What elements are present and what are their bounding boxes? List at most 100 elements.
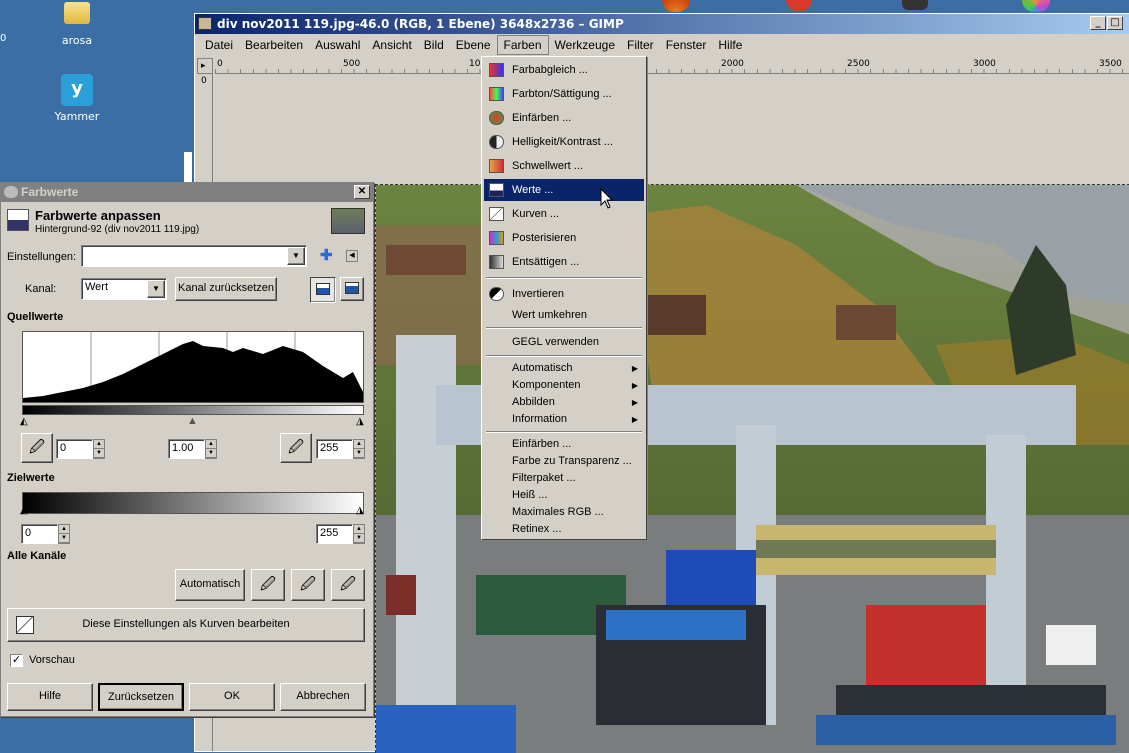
- add-preset-icon[interactable]: ✚: [320, 248, 333, 263]
- reset-button[interactable]: Zurücksetzen: [98, 683, 184, 711]
- white-point-picker-button[interactable]: 🖉: [280, 433, 312, 463]
- output-low-slider-icon[interactable]: ◭: [20, 506, 28, 516]
- auto-gray-picker-button[interactable]: 🖉: [291, 569, 325, 601]
- menu-item-heiss[interactable]: Heiß ...: [484, 487, 644, 504]
- horizontal-ruler[interactable]: 0 500 1000 1500 2000 2500 3000 3500: [215, 58, 1129, 74]
- auto-white-picker-button[interactable]: 🖉: [331, 569, 365, 601]
- output-high-slider-icon[interactable]: ◮: [356, 506, 364, 516]
- desktop-divider: [184, 152, 192, 182]
- menu-item-gegl[interactable]: GEGL verwenden: [484, 331, 644, 353]
- menu-datei[interactable]: Datei: [199, 36, 239, 54]
- input-low-field[interactable]: 0: [56, 439, 93, 459]
- menu-item-farbe-zu-transparenz[interactable]: Farbe zu Transparenz ...: [484, 453, 644, 470]
- presets-dropdown-button[interactable]: ▼: [287, 247, 305, 265]
- menu-item-label: Maximales RGB ...: [512, 506, 604, 518]
- menu-item-einfaerben[interactable]: Einfärben ...: [484, 107, 644, 129]
- ruler-label: 0: [217, 59, 223, 69]
- eyedropper-icon: 🖉: [288, 439, 304, 456]
- menu-item-label: Invertieren: [512, 288, 564, 300]
- linear-histogram-icon: [316, 283, 330, 295]
- output-high-field[interactable]: 255: [316, 524, 353, 544]
- desktop-icon-arosa[interactable]: arosa: [42, 2, 112, 47]
- menu-farben[interactable]: Farben: [496, 35, 549, 55]
- output-high-spinner[interactable]: ▲ ▼: [353, 524, 365, 544]
- output-gradient-bar[interactable]: [22, 492, 364, 514]
- auto-button[interactable]: Automatisch: [175, 569, 245, 601]
- ruler-label: 2000: [721, 59, 744, 69]
- input-high-spinner[interactable]: ▲ ▼: [353, 439, 365, 459]
- menu-filter[interactable]: Filter: [621, 36, 660, 54]
- menu-item-posterisieren[interactable]: Posterisieren: [484, 227, 644, 249]
- menu-hilfe[interactable]: Hilfe: [712, 36, 748, 54]
- menu-item-farbabgleich[interactable]: Farbabgleich ...: [484, 59, 644, 81]
- menubar: Datei Bearbeiten Auswahl Ansicht Bild Eb…: [195, 34, 1129, 56]
- all-channels-heading: Alle Kanäle: [7, 550, 67, 562]
- linear-histogram-button[interactable]: [310, 277, 336, 303]
- menu-item-information[interactable]: Information ▶: [484, 411, 644, 428]
- maximize-button[interactable]: □: [1107, 16, 1123, 30]
- white-point-slider-icon[interactable]: ◮: [356, 417, 364, 427]
- menu-item-maximales-rgb[interactable]: Maximales RGB ...: [484, 504, 644, 521]
- preview-label[interactable]: Vorschau: [29, 654, 75, 666]
- menu-bearbeiten[interactable]: Bearbeiten: [239, 36, 309, 54]
- output-low-spinner[interactable]: ▲ ▼: [58, 524, 70, 544]
- preview-checkbox[interactable]: ✓: [10, 654, 23, 667]
- reset-channel-button[interactable]: Kanal zurücksetzen: [175, 277, 277, 301]
- black-point-slider-icon[interactable]: ◭: [20, 417, 28, 427]
- input-gradient-bar[interactable]: [22, 405, 364, 415]
- menu-item-kurven[interactable]: Kurven ...: [484, 203, 644, 225]
- menu-item-helligkeit-kontrast[interactable]: Helligkeit/Kontrast ...: [484, 131, 644, 153]
- menu-item-plugin-einfaerben[interactable]: Einfärben ...: [484, 436, 644, 453]
- menu-ansicht[interactable]: Ansicht: [366, 36, 417, 54]
- menu-ebene[interactable]: Ebene: [450, 36, 497, 54]
- menu-item-invertieren[interactable]: Invertieren: [484, 283, 644, 305]
- presets-combo[interactable]: [81, 245, 307, 267]
- menu-item-komponenten[interactable]: Komponenten ▶: [484, 377, 644, 394]
- desktop-edge-label: 0: [0, 33, 7, 44]
- help-button[interactable]: Hilfe: [7, 683, 93, 711]
- menu-item-automatisch[interactable]: Automatisch ▶: [484, 360, 644, 377]
- app-icon[interactable]: [902, 0, 928, 10]
- picasa-icon[interactable]: [1022, 0, 1050, 12]
- submenu-arrow-icon: ▶: [631, 381, 638, 390]
- chrome-icon[interactable]: [786, 0, 812, 11]
- channel-dropdown-button[interactable]: ▼: [147, 280, 165, 298]
- menu-item-farbton-saettigung[interactable]: Farbton/Sättigung ...: [484, 83, 644, 105]
- menu-item-filterpaket[interactable]: Filterpaket ...: [484, 470, 644, 487]
- dialog-subheading: Hintergrund-92 (div nov2011 119.jpg): [35, 224, 200, 235]
- menu-item-label: Farbton/Sättigung ...: [512, 88, 612, 100]
- desktop-icon-yammer[interactable]: y Yammer: [42, 74, 112, 123]
- menu-item-entsaettigen[interactable]: Entsättigen ...: [484, 251, 644, 273]
- output-low-field[interactable]: 0: [21, 524, 58, 544]
- ruler-corner[interactable]: ▸: [197, 58, 213, 74]
- menu-bild[interactable]: Bild: [418, 36, 450, 54]
- menu-auswahl[interactable]: Auswahl: [309, 36, 366, 54]
- black-point-picker-button[interactable]: 🖉: [21, 433, 53, 463]
- input-gamma-field[interactable]: 1.00: [168, 439, 205, 459]
- input-gamma-spinner[interactable]: ▲ ▼: [205, 439, 217, 459]
- menu-item-label: Einfärben ...: [512, 438, 572, 450]
- preset-menu-icon[interactable]: ◀: [346, 250, 358, 262]
- dialog-close-button[interactable]: ✕: [354, 185, 370, 199]
- menu-item-abbilden[interactable]: Abbilden ▶: [484, 394, 644, 411]
- firefox-icon[interactable]: [662, 0, 690, 12]
- window-title: div nov2011 119.jpg-46.0 (RGB, 1 Ebene) …: [217, 17, 624, 31]
- input-high-field[interactable]: 255: [316, 439, 353, 459]
- menu-fenster[interactable]: Fenster: [660, 36, 713, 54]
- input-low-spinner[interactable]: ▲ ▼: [93, 439, 105, 459]
- menu-item-werte[interactable]: Werte ...: [484, 179, 644, 201]
- submenu-arrow-icon: ▶: [631, 364, 638, 373]
- menu-item-retinex[interactable]: Retinex ...: [484, 521, 644, 538]
- ok-button[interactable]: OK: [189, 683, 275, 711]
- log-histogram-button[interactable]: [340, 277, 364, 301]
- edit-as-curves-button[interactable]: Diese Einstellungen als Kurven bearbeite…: [7, 608, 365, 642]
- auto-black-picker-button[interactable]: 🖉: [251, 569, 285, 601]
- cancel-button[interactable]: Abbrechen: [280, 683, 366, 711]
- menu-werkzeuge[interactable]: Werkzeuge: [549, 36, 621, 54]
- gamma-slider-icon[interactable]: ▲: [187, 416, 198, 427]
- menu-item-schwellwert[interactable]: Schwellwert ...: [484, 155, 644, 177]
- menu-item-wert-umkehren[interactable]: Wert umkehren: [484, 304, 644, 326]
- minimize-button[interactable]: _: [1090, 16, 1106, 30]
- menu-separator: [486, 277, 642, 279]
- brightness-contrast-icon: [489, 135, 504, 149]
